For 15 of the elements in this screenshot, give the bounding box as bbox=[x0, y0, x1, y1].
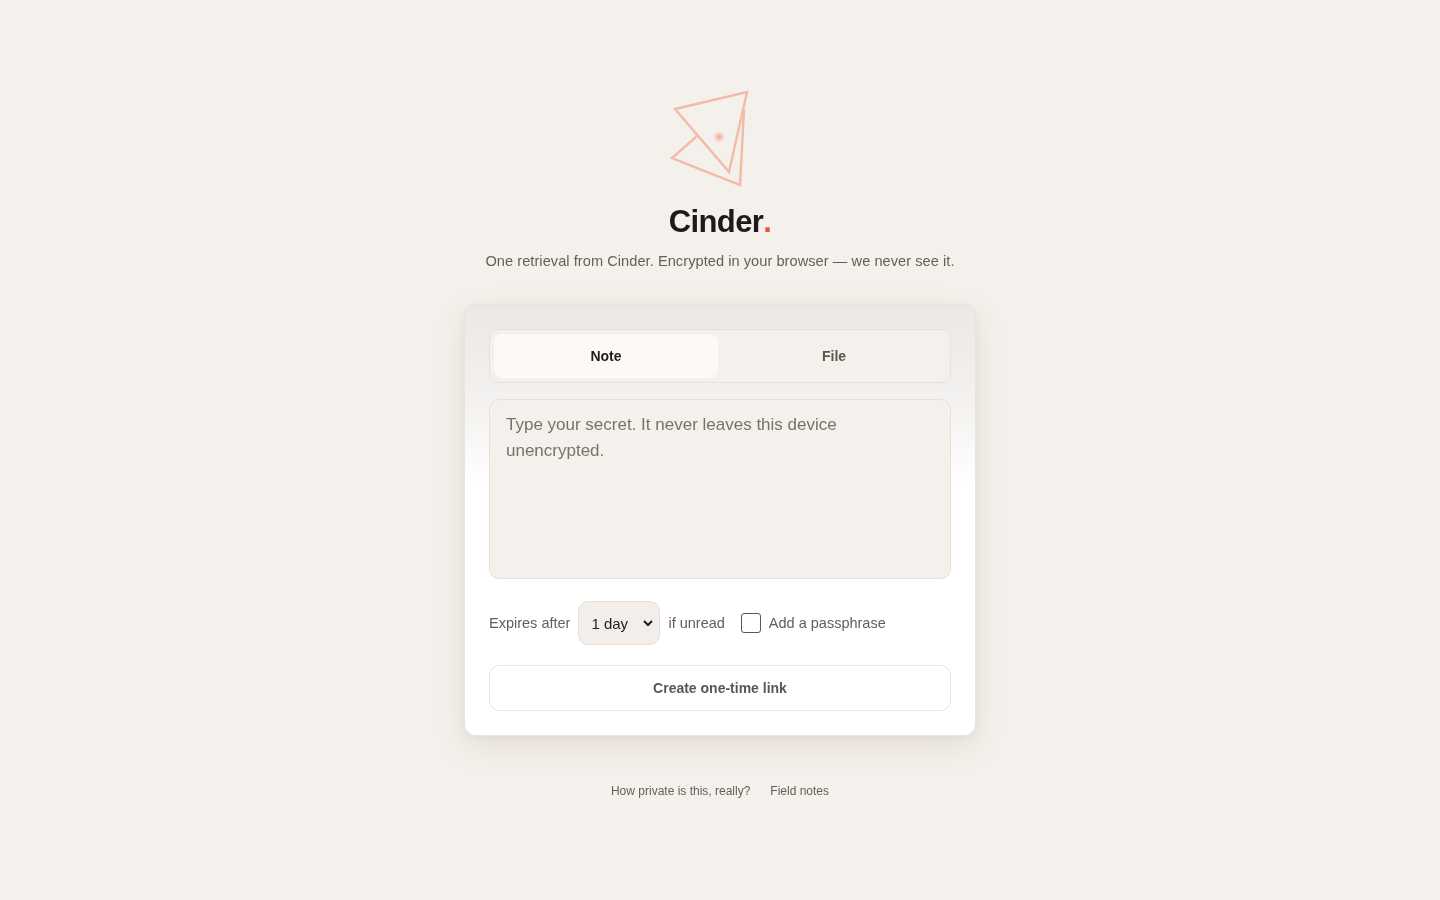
passphrase-checkbox[interactable] bbox=[740, 613, 761, 633]
tab[interactable]: Note bbox=[494, 334, 718, 378]
passphrase-label: Add a passphrase bbox=[768, 615, 886, 631]
footer-link[interactable]: How private is this, really? bbox=[610, 783, 751, 799]
secret-textarea[interactable]: Type your secret. It never leaves this device unencrypted. bbox=[489, 399, 951, 579]
tab[interactable]: File bbox=[722, 334, 946, 378]
chevron-down-icon bbox=[643, 619, 654, 627]
expiry-select[interactable]: 1 day bbox=[578, 601, 661, 645]
tagline: One retrieval from Cinder. Encrypted in your browser — we never see it. bbox=[485, 252, 955, 270]
create-link-button[interactable]: Create one-time link bbox=[489, 665, 951, 711]
brand-accent: . bbox=[763, 203, 772, 241]
brand-name: Cinder bbox=[668, 203, 764, 241]
if-unread-label: if unread bbox=[668, 615, 725, 631]
footer-link[interactable]: Field notes bbox=[770, 783, 830, 799]
expires-label: Expires after bbox=[489, 615, 571, 631]
